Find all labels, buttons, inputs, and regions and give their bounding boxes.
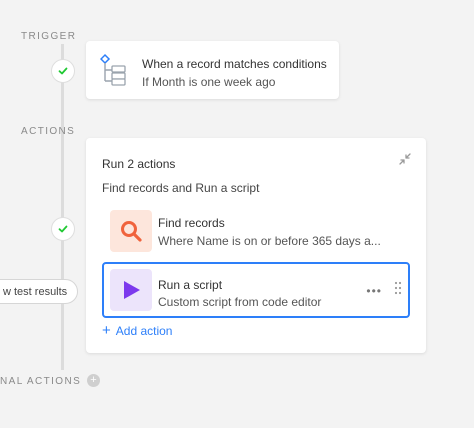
search-icon [121,221,142,242]
add-action-button[interactable]: + Add action [102,322,173,339]
add-action-label: Add action [115,324,173,338]
trigger-card[interactable]: When a record matches conditions If Mont… [86,41,339,99]
check-icon [58,67,68,75]
view-test-results-button[interactable]: w test results [0,279,79,304]
trigger-section-label: TRIGGER [21,31,77,42]
find-records-subtitle: Where Name is on or before 365 days a... [158,234,381,248]
run-script-title: Run a script [158,278,223,292]
action-item-run-script[interactable]: Run a script Custom script from code edi… [102,262,410,318]
actions-status-dot [51,217,75,241]
collapse-icon[interactable] [398,152,412,166]
run-script-icon-tile [110,269,152,311]
trigger-status-dot [51,59,75,83]
play-icon [124,281,140,299]
drag-handle-icon[interactable] [394,281,402,295]
trigger-title: When a record matches conditions [142,57,327,71]
action-item-find-records[interactable]: Find records Where Name is on or before … [102,206,410,260]
run-script-subtitle: Custom script from code editor [158,295,322,309]
automation-canvas: TRIGGER ACTIONS NAL ACTIONS When a recor… [0,0,474,428]
actions-card-subtitle: Find records and Run a script [102,181,260,195]
add-conditional-action-icon[interactable]: + [87,374,100,387]
trigger-tree-icon [100,53,126,86]
more-options-icon[interactable]: ••• [366,284,382,298]
find-records-title: Find records [158,216,225,230]
plus-icon: + [102,322,111,339]
conditional-actions-section-label: NAL ACTIONS [0,376,82,387]
actions-section-label: ACTIONS [21,126,76,137]
actions-card[interactable]: Run 2 actions Find records and Run a scr… [86,138,426,353]
actions-card-title: Run 2 actions [102,157,176,171]
find-records-icon-tile [110,210,152,252]
check-icon [58,225,68,233]
view-test-results-label: w test results [3,285,68,298]
trigger-subtitle: If Month is one week ago [142,75,276,89]
timeline-line [61,44,64,370]
